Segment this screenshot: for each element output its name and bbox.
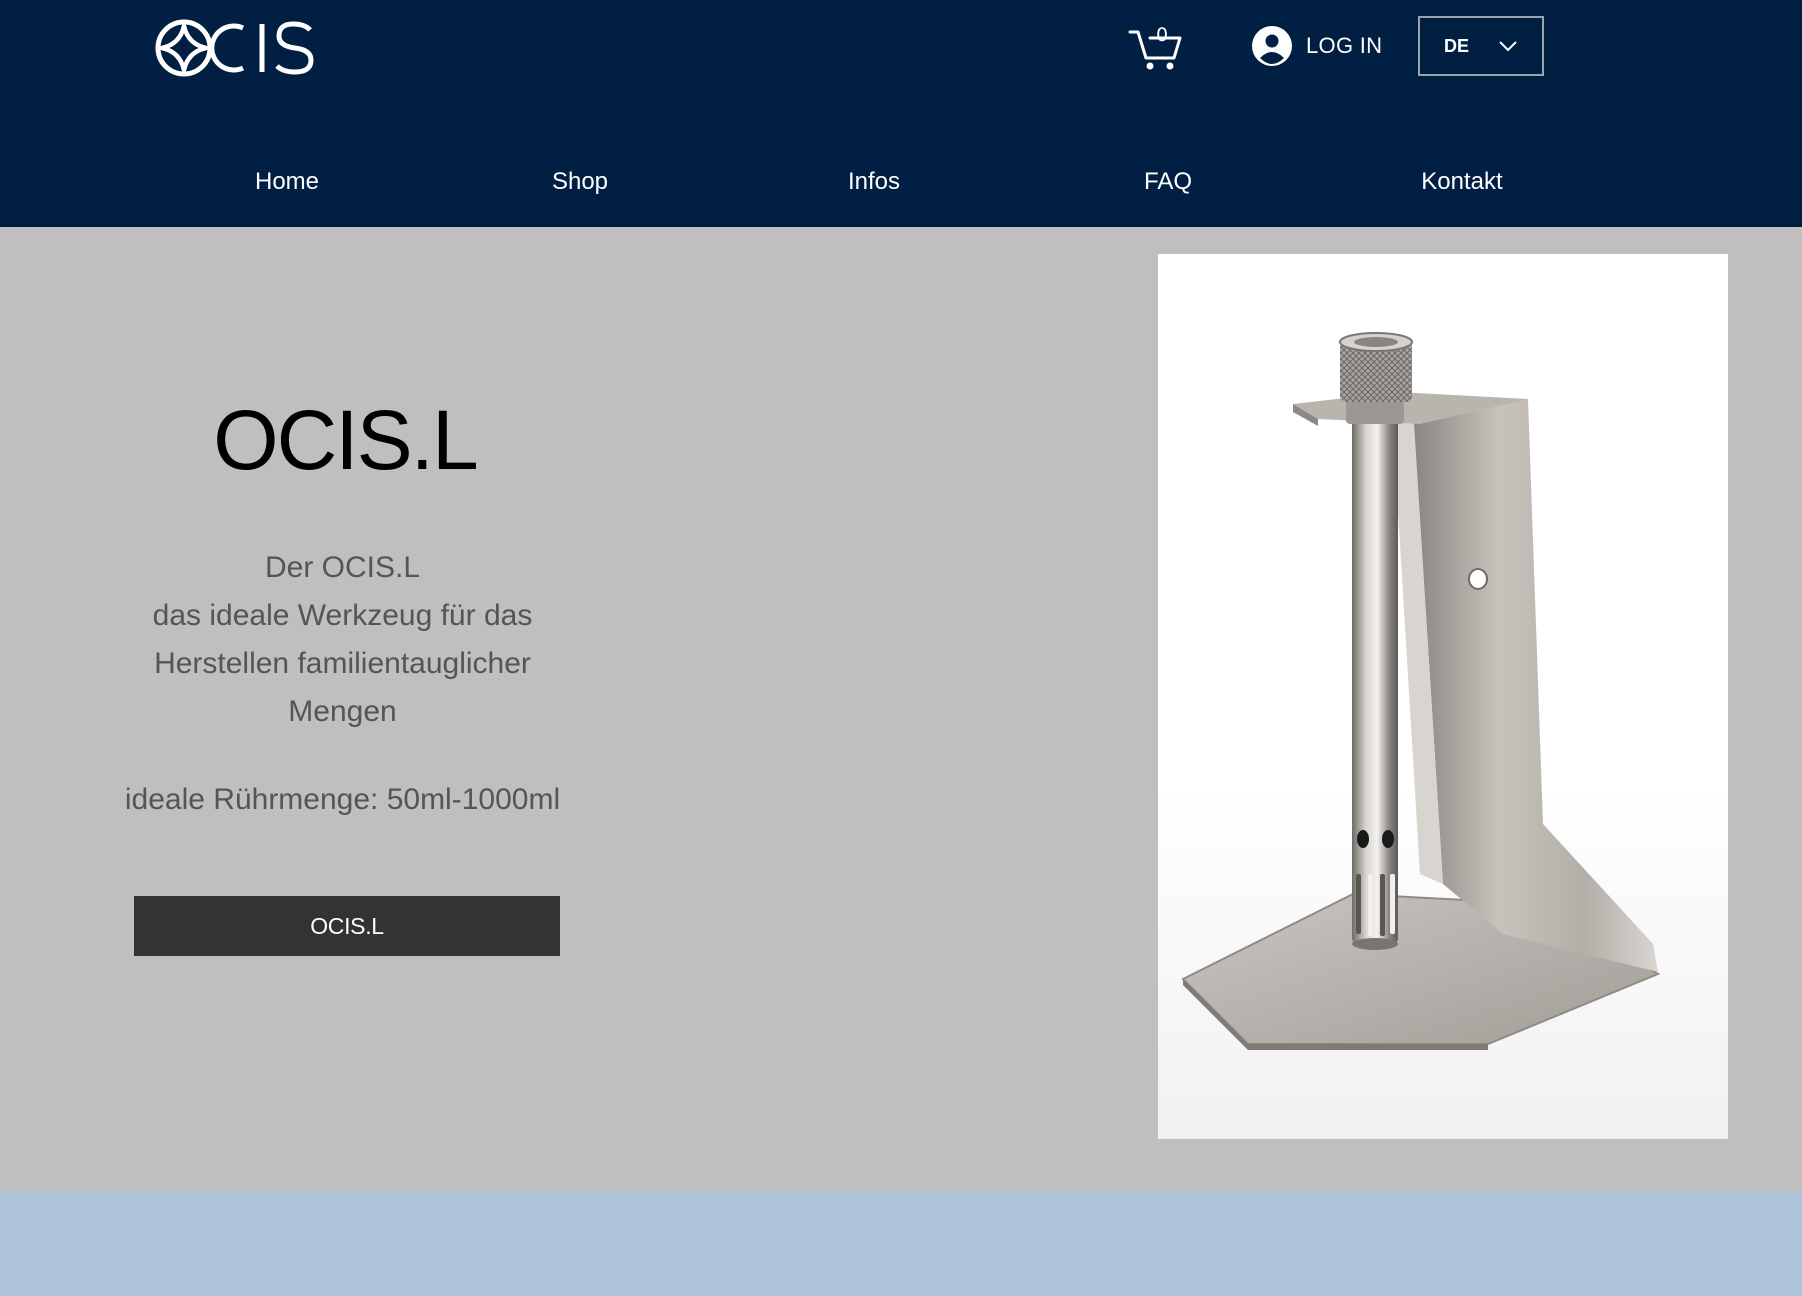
chevron-down-icon	[1499, 41, 1517, 52]
main-nav: Home Shop Infos FAQ Kontakt	[0, 160, 1802, 204]
nav-item-shop[interactable]: Shop	[480, 160, 680, 204]
hero-section: OCIS.L Der OCIS.L das ideale Werkzeug fü…	[0, 227, 1802, 1191]
description-line: Mengen	[288, 695, 397, 728]
login-button[interactable]: LOG IN	[1252, 24, 1382, 68]
footer-band	[0, 1191, 1802, 1296]
site-header: 0 LOG IN DE Home Shop Infos FAQ Kontakt	[0, 0, 1802, 227]
user-avatar-icon	[1252, 26, 1292, 66]
hero-description: Der OCIS.L das ideale Werkzeug für das H…	[95, 544, 590, 736]
nav-item-infos[interactable]: Infos	[774, 160, 974, 204]
page-title: OCIS.L	[213, 393, 478, 487]
stir-range-text: ideale Rührmenge: 50ml-1000ml	[124, 783, 561, 816]
product-button[interactable]: OCIS.L	[134, 896, 560, 956]
ocis-l-stand-illustration	[1181, 332, 1661, 1050]
nav-item-home[interactable]: Home	[187, 160, 387, 204]
product-image	[1158, 254, 1728, 1139]
login-label: LOG IN	[1306, 33, 1383, 58]
cart-count: 0	[1155, 24, 1169, 46]
nav-item-kontakt[interactable]: Kontakt	[1362, 160, 1562, 204]
language-select[interactable]: DE	[1418, 16, 1544, 76]
description-line: Herstellen familientauglicher	[154, 647, 531, 680]
description-line: Der OCIS.L	[264, 551, 421, 584]
ocis-logo-mark	[155, 19, 314, 77]
description-line: das ideale Werkzeug für das	[152, 599, 533, 632]
cart-button[interactable]: 0	[1128, 24, 1182, 72]
nav-item-faq[interactable]: FAQ	[1068, 160, 1268, 204]
ocis-logo[interactable]	[155, 16, 320, 80]
language-value: DE	[1444, 35, 1470, 56]
